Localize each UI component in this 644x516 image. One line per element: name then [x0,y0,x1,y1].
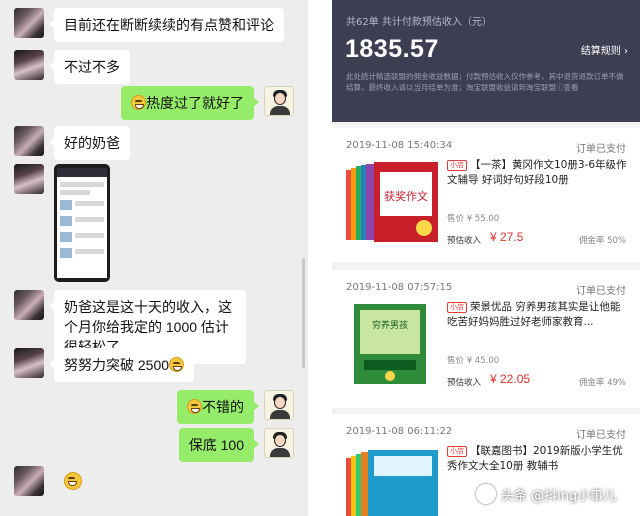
earnings-header: 共62单 共计付款预估收入（元） 1835.57 结算规则 › 此处统计精选联盟… [332,0,640,122]
chat-message [14,466,82,496]
watermark-text: 头条 @抖ing小事儿 [501,488,617,504]
shop-tag: 小店 [447,446,467,457]
watermark: 头条 @抖ing小事儿 [476,480,616,508]
smile-emoji-icon [187,399,202,414]
contact-avatar[interactable] [14,50,44,80]
screenshot-image-message[interactable] [54,164,110,282]
smile-emoji-icon[interactable] [64,472,82,490]
divider [308,0,332,516]
chat-message: 目前还在断断续续的有点赞和评论 [14,8,284,42]
chat-panel: 目前还在断断续续的有点赞和评论 不过不多 热度过了就好了 好的奶爸 奶爸这是这十… [0,0,308,516]
message-bubble[interactable]: 不过不多 [49,50,130,84]
estimated-income-label: 预估收入 [447,378,482,388]
my-avatar[interactable] [264,86,294,116]
sale-price: 售价 ¥ 55.00 [447,214,500,224]
shop-tag: 小店 [447,160,467,171]
contact-avatar[interactable] [14,8,44,38]
message-bubble-sent[interactable]: 热度过了就好了 [121,86,259,120]
contact-avatar[interactable] [14,290,44,320]
smile-emoji-icon [169,357,185,372]
estimated-income-value: ¥ 27.5 [490,230,524,244]
contact-avatar[interactable] [14,126,44,156]
message-text: 热度过了就好了 [146,95,244,111]
order-time: 2019-11-08 15:40:34 [346,140,453,151]
sale-price: 售价 ¥ 45.00 [447,356,500,366]
commission-rate: 佣金率 49% [578,378,626,388]
product-image[interactable]: 获奖作文 [346,162,438,244]
product-title[interactable]: 小店 【联嘉图书】2019新版小学生优秀作文大全10册 教辅书 [447,444,627,474]
book-cover-text: 穷养男孩 [372,319,408,331]
message-bubble[interactable]: 目前还在断断续续的有点赞和评论 [49,8,284,42]
contact-avatar[interactable] [14,348,44,378]
chat-message: 保底 100 [178,428,294,462]
shop-tag: 小店 [447,302,467,313]
product-image[interactable]: 穷养男孩 [346,304,438,386]
product-image[interactable] [346,448,438,516]
product-title-text: 【联嘉图书】2019新版小学生优秀作文大全10册 教辅书 [447,445,623,472]
order-time: 2019-11-08 07:57:15 [346,282,453,293]
chat-message: 不过不多 [14,50,130,84]
message-text: 不错的 [202,399,244,415]
earnings-panel: 共62单 共计付款预估收入（元） 1835.57 结算规则 › 此处统计精选联盟… [332,0,640,516]
smile-emoji-icon [131,95,146,110]
chat-message: 不错的 [177,390,294,424]
book-cover-text: 获奖作文 [384,189,428,203]
chat-message: 努努力突破 2500 [14,348,195,382]
product-title-text: 【一茶】黄冈作文10册3-6年级作文辅导 好词好句好段10册 [447,159,627,186]
settlement-rules-link[interactable]: 结算规则 › [581,42,628,57]
contact-avatar[interactable] [14,466,44,496]
product-title[interactable]: 小店 【一茶】黄冈作文10册3-6年级作文辅导 好词好句好段10册 [447,158,627,188]
chat-scrollbar[interactable] [302,258,305,368]
message-text: 努努力突破 2500 [64,357,170,373]
order-time: 2019-11-08 06:11:22 [346,426,453,437]
chat-message [14,164,110,282]
my-avatar[interactable] [264,390,294,420]
product-title[interactable]: 小店 荣景优品 穷养男孩其实是让他能吃苦好妈妈胜过好老师家教育... [447,300,627,330]
estimated-income-label: 预估收入 [447,236,482,246]
order-status: 订单已支付 [576,144,626,155]
my-avatar[interactable] [264,428,294,458]
summary-label: 共62单 共计付款预估收入（元） [346,17,492,28]
message-bubble-sent[interactable]: 保底 100 [178,428,260,462]
chat-message: 好的奶爸 [14,126,130,160]
message-bubble-sent[interactable]: 不错的 [177,390,259,424]
order-card[interactable]: 2019-11-08 15:40:34 订单已支付 获奖作文 小店 【一茶】黄冈作… [332,128,640,262]
screenshot-root: 目前还在断断续续的有点赞和评论 不过不多 热度过了就好了 好的奶爸 奶爸这是这十… [0,0,644,516]
toutiao-logo-icon [476,484,496,504]
income-note: 此处统计精选联盟的佣金收益数据；付款预估收入仅作参考，其中退货退款订单不做结算，… [346,72,624,92]
order-status: 订单已支付 [576,430,626,441]
order-status: 订单已支付 [576,286,626,297]
chat-message: 热度过了就好了 [121,86,294,120]
message-bubble[interactable]: 努努力突破 2500 [48,348,195,382]
product-title-text: 荣景优品 穷养男孩其实是让他能吃苦好妈妈胜过好老师家教育... [447,301,621,328]
commission-rate: 佣金率 50% [578,236,626,246]
contact-avatar[interactable] [14,164,44,194]
order-card[interactable]: 2019-11-08 07:57:15 订单已支付 穷养男孩 小店 荣景优品 穷养… [332,270,640,408]
message-bubble[interactable]: 好的奶爸 [49,126,130,160]
estimated-income-value: ¥ 22.05 [490,372,531,386]
total-income: 1835.57 [345,35,439,63]
